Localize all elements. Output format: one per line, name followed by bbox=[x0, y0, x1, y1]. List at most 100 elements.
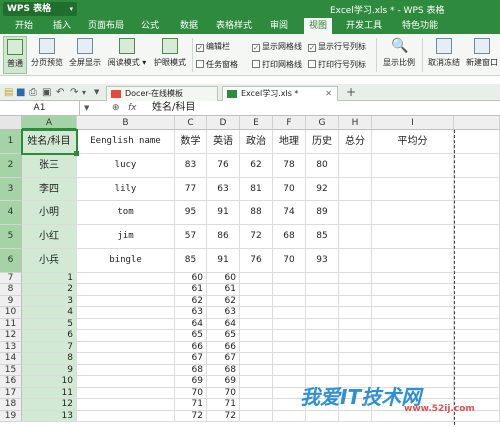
score-cell[interactable]: lucy bbox=[77, 153, 175, 178]
unfreeze-button[interactable]: 取消冻结 bbox=[425, 36, 463, 74]
menu-item[interactable]: 特色功能 bbox=[396, 18, 444, 34]
score-cell[interactable]: tom bbox=[77, 201, 175, 226]
number-cell[interactable]: 70 bbox=[207, 387, 240, 400]
number-cell[interactable]: 72 bbox=[175, 410, 207, 423]
score-cell[interactable]: 76 bbox=[207, 153, 240, 178]
reading-mode-button[interactable]: 阅读模式 ▾ bbox=[105, 36, 149, 74]
empty-cell[interactable] bbox=[240, 376, 273, 388]
row-header-15[interactable]: 15 bbox=[0, 364, 22, 377]
number-cell[interactable]: 5 bbox=[22, 318, 77, 331]
empty-cell[interactable] bbox=[454, 387, 500, 400]
print-row-col-headers-checkbox[interactable]: 打印行号列标 bbox=[308, 59, 366, 71]
number-cell[interactable]: 68 bbox=[207, 364, 240, 377]
close-tab-icon[interactable]: ✕ bbox=[325, 87, 332, 101]
empty-cell[interactable] bbox=[77, 387, 175, 400]
empty-cell[interactable] bbox=[339, 307, 372, 319]
empty-cell[interactable] bbox=[77, 399, 175, 411]
number-cell[interactable]: 9 bbox=[22, 364, 77, 377]
full-screen-button[interactable]: 全屏显示 bbox=[67, 36, 103, 74]
number-cell[interactable]: 2 bbox=[22, 284, 77, 296]
header-cell[interactable]: 英语 bbox=[207, 130, 240, 154]
score-cell[interactable]: 68 bbox=[273, 225, 306, 249]
header-cell[interactable]: 总分 bbox=[339, 130, 372, 154]
empty-cell[interactable] bbox=[339, 330, 372, 342]
save-icon[interactable]: ■ bbox=[16, 86, 25, 99]
empty-cell[interactable] bbox=[240, 284, 273, 296]
number-cell[interactable]: 63 bbox=[175, 307, 207, 319]
score-cell[interactable]: 81 bbox=[240, 177, 273, 202]
tab-excel-file[interactable]: Excel学习.xls * ✕ bbox=[222, 86, 338, 102]
empty-cell[interactable] bbox=[339, 364, 372, 377]
menu-item[interactable]: 数据 bbox=[174, 18, 204, 34]
empty-cell[interactable] bbox=[372, 353, 454, 365]
empty-cell[interactable] bbox=[306, 410, 339, 423]
column-header-e[interactable]: E bbox=[240, 116, 273, 130]
row-header-14[interactable]: 14 bbox=[0, 353, 22, 365]
tab-list-icon[interactable]: ▼ bbox=[94, 86, 99, 99]
number-cell[interactable]: 67 bbox=[207, 353, 240, 365]
row-header-3[interactable]: 3 bbox=[0, 177, 22, 202]
empty-cell[interactable] bbox=[454, 201, 500, 226]
empty-cell[interactable] bbox=[372, 272, 454, 285]
formula-input[interactable]: 姓名/科目 bbox=[152, 101, 195, 115]
name-cell[interactable]: 小明 bbox=[22, 201, 77, 226]
empty-cell[interactable] bbox=[306, 284, 339, 296]
undo-icon[interactable]: ↶ bbox=[56, 86, 64, 99]
empty-cell[interactable] bbox=[454, 376, 500, 388]
empty-cell[interactable] bbox=[240, 272, 273, 285]
empty-cell[interactable] bbox=[77, 330, 175, 342]
empty-cell[interactable] bbox=[306, 330, 339, 342]
number-cell[interactable]: 65 bbox=[207, 330, 240, 342]
empty-cell[interactable] bbox=[454, 295, 500, 308]
menu-item[interactable]: 开发工具 bbox=[340, 18, 388, 34]
header-cell[interactable]: 平均分 bbox=[372, 130, 454, 154]
new-tab-icon[interactable]: + bbox=[346, 86, 356, 99]
tab-docer-templates[interactable]: Docer-在线模板 bbox=[106, 86, 218, 101]
empty-cell[interactable] bbox=[240, 364, 273, 377]
empty-cell[interactable] bbox=[339, 272, 372, 285]
empty-cell[interactable] bbox=[273, 410, 306, 423]
number-cell[interactable]: 11 bbox=[22, 387, 77, 400]
empty-cell[interactable] bbox=[273, 353, 306, 365]
empty-cell[interactable] bbox=[273, 330, 306, 342]
number-cell[interactable]: 8 bbox=[22, 353, 77, 365]
score-cell[interactable] bbox=[339, 249, 372, 273]
score-cell[interactable]: 62 bbox=[240, 153, 273, 178]
score-cell[interactable] bbox=[339, 225, 372, 249]
show-row-col-headers-checkbox[interactable]: ✓ 显示行号列标 bbox=[308, 41, 366, 53]
number-cell[interactable]: 68 bbox=[175, 364, 207, 377]
number-cell[interactable]: 60 bbox=[175, 272, 207, 285]
score-cell[interactable]: jim bbox=[77, 225, 175, 249]
select-all-corner[interactable] bbox=[0, 116, 22, 130]
empty-cell[interactable] bbox=[77, 353, 175, 365]
score-cell[interactable] bbox=[339, 201, 372, 226]
empty-cell[interactable] bbox=[454, 318, 500, 331]
empty-cell[interactable] bbox=[77, 410, 175, 423]
number-cell[interactable]: 13 bbox=[22, 410, 77, 423]
score-cell[interactable]: 77 bbox=[175, 177, 207, 202]
empty-cell[interactable] bbox=[273, 318, 306, 331]
score-cell[interactable]: 93 bbox=[306, 249, 339, 273]
empty-cell[interactable] bbox=[273, 341, 306, 354]
empty-cell[interactable] bbox=[372, 364, 454, 377]
score-cell[interactable] bbox=[339, 153, 372, 178]
empty-cell[interactable] bbox=[339, 284, 372, 296]
empty-cell[interactable] bbox=[273, 307, 306, 319]
number-cell[interactable]: 67 bbox=[175, 353, 207, 365]
empty-cell[interactable] bbox=[273, 295, 306, 308]
empty-cell[interactable] bbox=[339, 318, 372, 331]
empty-cell[interactable] bbox=[339, 295, 372, 308]
score-cell[interactable]: 91 bbox=[207, 249, 240, 273]
empty-cell[interactable] bbox=[372, 295, 454, 308]
empty-cell[interactable] bbox=[77, 272, 175, 285]
print-icon[interactable]: ⎙ bbox=[29, 86, 37, 99]
number-cell[interactable]: 60 bbox=[207, 272, 240, 285]
empty-cell[interactable] bbox=[372, 307, 454, 319]
empty-cell[interactable] bbox=[454, 341, 500, 354]
name-cell[interactable]: 小红 bbox=[22, 225, 77, 249]
score-cell[interactable]: 80 bbox=[306, 153, 339, 178]
fx-icon[interactable]: fx bbox=[128, 101, 137, 115]
number-cell[interactable]: 6 bbox=[22, 330, 77, 342]
header-cell[interactable]: 历史 bbox=[306, 130, 339, 154]
number-cell[interactable]: 72 bbox=[207, 410, 240, 423]
